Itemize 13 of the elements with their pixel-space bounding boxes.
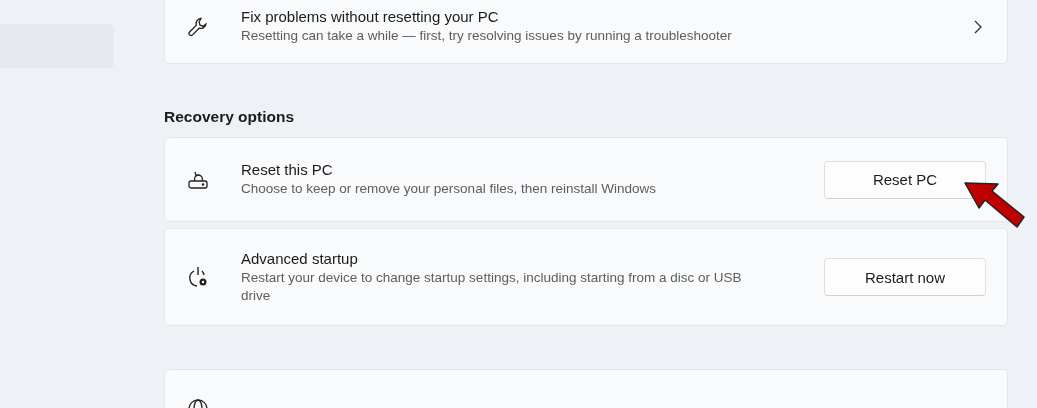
- section-heading: Recovery options: [164, 108, 295, 125]
- reset-icon: [187, 169, 209, 190]
- setting-description: Restart your device to change startup settings, including starting from a disc or USB drive: [241, 268, 743, 305]
- wrench-icon: [187, 15, 209, 38]
- action-button[interactable]: Reset PC: [824, 160, 986, 199]
- power-settings-icon: [187, 266, 209, 288]
- action-button[interactable]: Restart now: [824, 258, 986, 296]
- setting-title: Reset this PC: [241, 161, 334, 178]
- setting-description: Choose to keep or remove your personal files, then reinstall Windows: [241, 180, 657, 198]
- chevron-right-icon[interactable]: [974, 19, 982, 34]
- setting-title: Fix problems without resetting your PC: [241, 8, 500, 25]
- setting-description: Resetting can take a while — first, try resolving issues by running a troubleshooter: [241, 27, 733, 45]
- setting-title: Advanced startup: [241, 249, 359, 267]
